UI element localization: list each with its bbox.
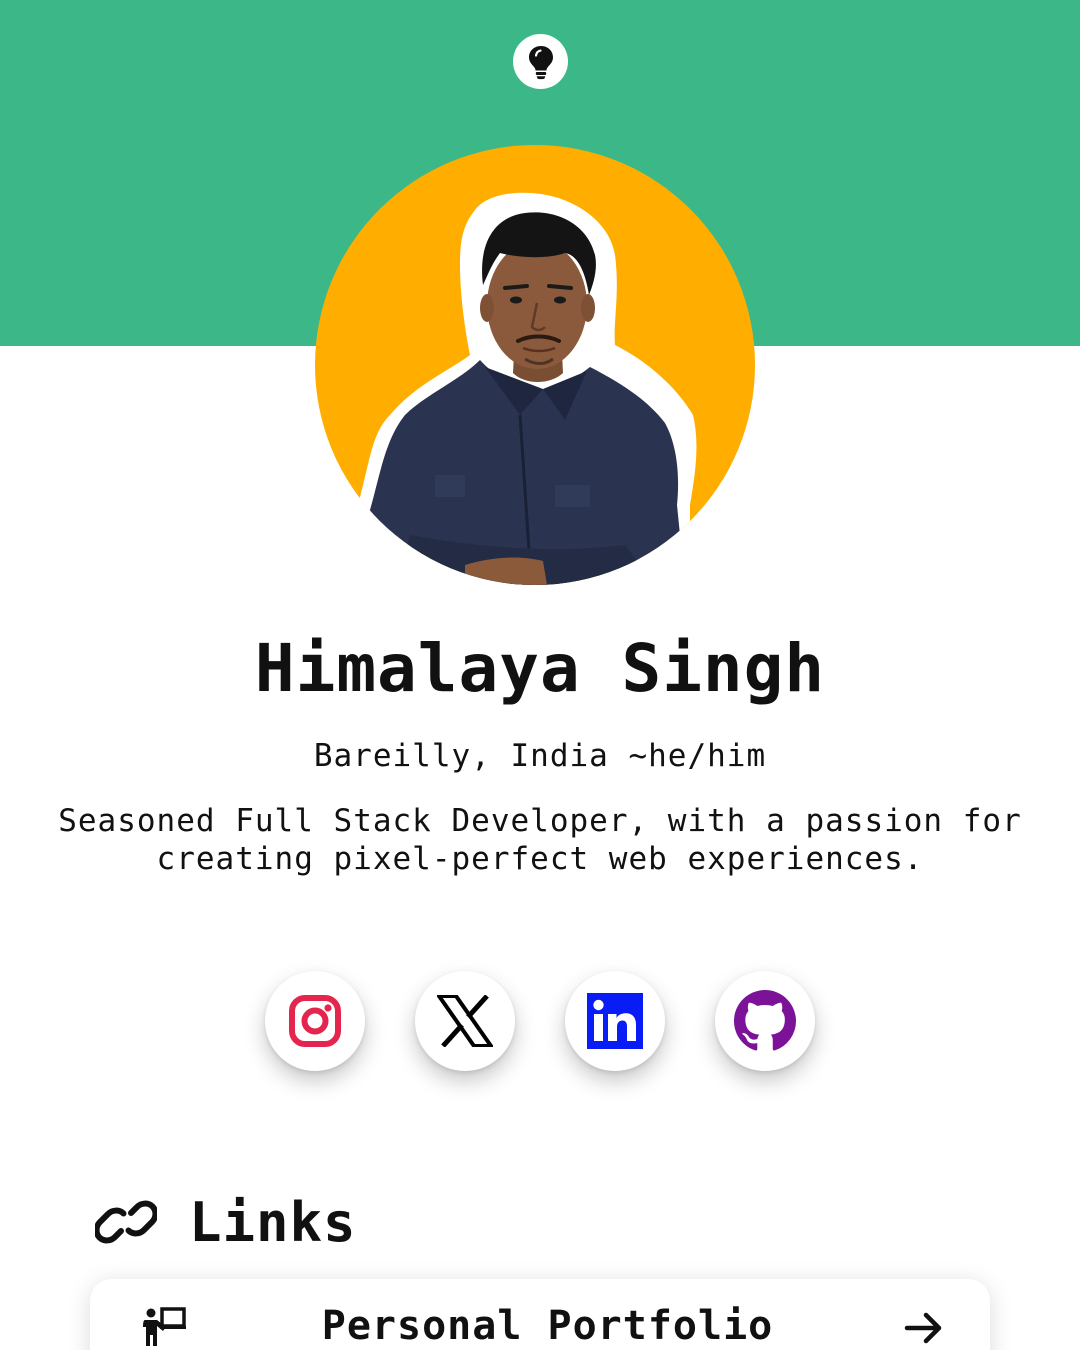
links-section-title: Links (189, 1190, 357, 1254)
profile-page: Himalaya Singh Bareilly, India ~he/him S… (0, 0, 1080, 1350)
profile-name: Himalaya Singh (254, 630, 826, 707)
github-link-button[interactable] (715, 971, 815, 1071)
link-card-title: Personal Portfolio (321, 1303, 774, 1349)
social-links (265, 971, 815, 1071)
profile-location: Bareilly, India ~he/him (313, 738, 767, 774)
profile-bio: Seasoned Full Stack Developer, with a pa… (58, 803, 1022, 877)
instagram-icon (289, 995, 341, 1047)
theme-toggle-button[interactable] (513, 34, 568, 89)
lightbulb-icon (528, 45, 553, 79)
x-link-button[interactable] (415, 971, 515, 1071)
linkedin-icon (587, 993, 643, 1049)
instagram-link-button[interactable] (265, 971, 365, 1071)
profile-avatar (315, 145, 755, 585)
link-icon (95, 1200, 157, 1244)
x-icon (437, 995, 493, 1047)
arrow-right-icon (904, 1312, 942, 1344)
links-section-heading: Links (95, 1190, 357, 1254)
link-card-personal-portfolio[interactable]: Personal Portfolio (90, 1279, 990, 1350)
linkedin-link-button[interactable] (565, 971, 665, 1071)
profile-photo (355, 192, 697, 585)
github-icon (734, 990, 796, 1051)
